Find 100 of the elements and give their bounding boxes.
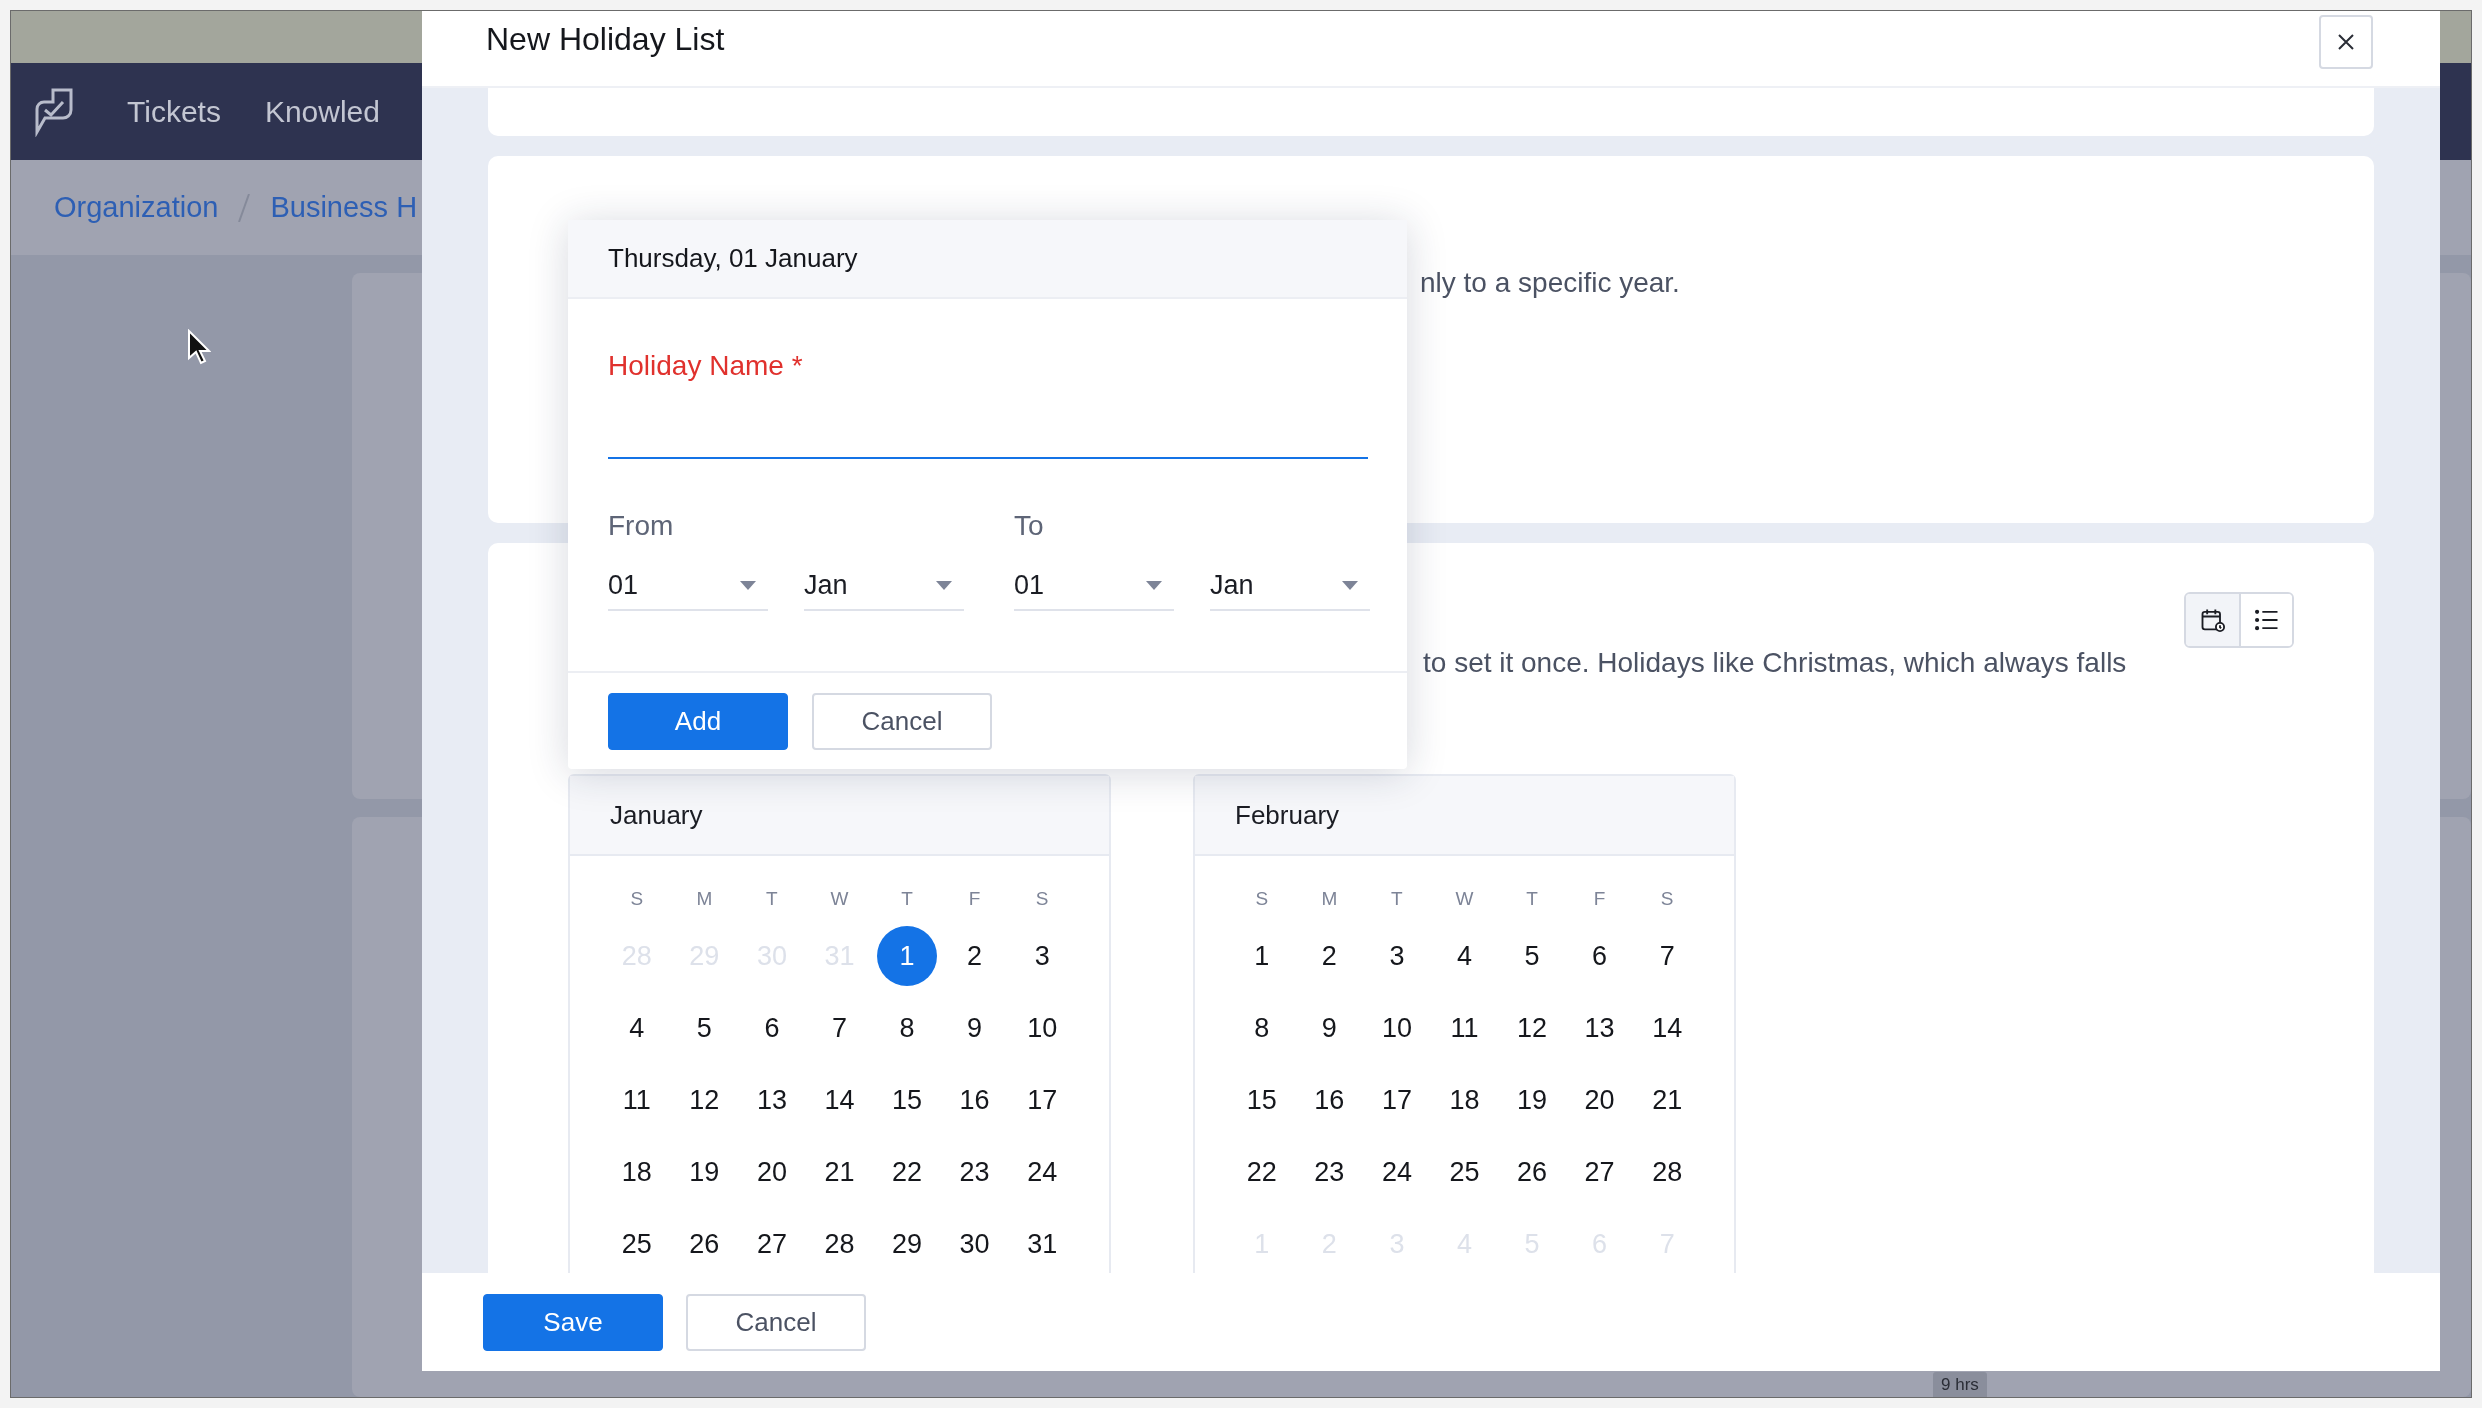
calendar-day[interactable]: 17 xyxy=(1366,1070,1427,1130)
field-label: To xyxy=(1014,509,1045,541)
duration-chip: 9 hrs xyxy=(1933,1371,1987,1397)
calendar-day[interactable]: 12 xyxy=(1502,998,1563,1058)
calendar-day[interactable]: 9 xyxy=(1299,998,1360,1058)
calendar-day[interactable]: 20 xyxy=(1569,1070,1630,1130)
weekday-label: T xyxy=(766,886,778,911)
calendar-day[interactable]: 26 xyxy=(674,1214,735,1273)
popup-date-heading: Thursday, 01 January xyxy=(608,242,858,275)
calendar-day[interactable]: 7 xyxy=(1637,926,1698,986)
close-icon xyxy=(2337,33,2355,51)
calendar-day[interactable]: 1 xyxy=(877,926,938,986)
weekday-label: M xyxy=(696,886,713,911)
calendar-day[interactable]: 23 xyxy=(1299,1142,1360,1202)
calendar-day[interactable]: 28 xyxy=(1637,1142,1698,1202)
calendar-day[interactable]: 2 xyxy=(1299,926,1360,986)
calendar-day[interactable]: 23 xyxy=(944,1142,1005,1202)
nav-tab[interactable]: Knowled xyxy=(264,89,380,134)
calendar-day[interactable]: 17 xyxy=(1012,1070,1073,1130)
calendar-day[interactable]: 22 xyxy=(877,1142,938,1202)
calendar-day[interactable]: 28 xyxy=(809,1214,870,1273)
weekday-label: T xyxy=(901,886,913,911)
calendar-day[interactable]: 5 xyxy=(1502,926,1563,986)
weekday-label: T xyxy=(1526,886,1538,911)
modal-title: New Holiday List xyxy=(486,20,725,59)
calendar-day[interactable]: 30 xyxy=(944,1214,1005,1273)
caret-icon xyxy=(1146,580,1162,590)
weekday-label: F xyxy=(1593,886,1606,911)
dropdown-field[interactable]: Jan xyxy=(1210,561,1370,611)
calendar-day[interactable]: 13 xyxy=(741,1070,802,1130)
calendar-day[interactable]: 5 xyxy=(674,998,735,1058)
calendar-day[interactable]: 6 xyxy=(741,998,802,1058)
close-button[interactable] xyxy=(2319,15,2373,69)
calendar-day[interactable]: 2 xyxy=(944,926,1005,986)
calendar-day[interactable]: 10 xyxy=(1012,998,1073,1058)
primary-button[interactable]: Add xyxy=(608,692,788,750)
weekday-label: W xyxy=(830,886,849,911)
calendar-day[interactable]: 27 xyxy=(741,1214,802,1273)
calendar-day[interactable]: 6 xyxy=(1569,926,1630,986)
calendar-day[interactable]: 12 xyxy=(674,1070,735,1130)
calendar-day[interactable]: 7 xyxy=(809,998,870,1058)
calendar-day[interactable]: 3 xyxy=(1366,926,1427,986)
weekday-label: S xyxy=(630,886,644,911)
calendar-day[interactable]: 13 xyxy=(1569,998,1630,1058)
month-title: January xyxy=(610,798,703,832)
calendar-day[interactable]: 20 xyxy=(741,1142,802,1202)
caret-icon xyxy=(740,580,756,590)
calendar-day[interactable]: 15 xyxy=(877,1070,938,1130)
calendar-day[interactable]: 11 xyxy=(606,1070,667,1130)
mouse-pointer-icon xyxy=(187,329,211,365)
weekday-label: S xyxy=(1660,886,1674,911)
calendar-day[interactable]: 24 xyxy=(1366,1142,1427,1202)
calendar-day[interactable]: 11 xyxy=(1434,998,1495,1058)
caret-icon xyxy=(1342,580,1358,590)
calendar-day[interactable]: 8 xyxy=(1231,998,1292,1058)
calendar-day[interactable]: 26 xyxy=(1502,1142,1563,1202)
calendar-day[interactable]: 8 xyxy=(877,998,938,1058)
nav-tab[interactable]: Tickets xyxy=(127,89,221,134)
section-description: to set it once. Holidays like Christmas, which always falls xyxy=(1423,646,2127,680)
list-view-button[interactable] xyxy=(2239,594,2292,646)
dropdown-field[interactable]: 01 xyxy=(1014,561,1174,611)
calendar-day[interactable]: 18 xyxy=(606,1142,667,1202)
calendar-day[interactable]: 4 xyxy=(1434,926,1495,986)
calendar-day[interactable]: 18 xyxy=(1434,1070,1495,1130)
calendar-day[interactable]: 31 xyxy=(1012,1214,1073,1273)
dropdown-field[interactable]: Jan xyxy=(804,561,964,611)
calendar-day[interactable]: 21 xyxy=(1637,1070,1698,1130)
calendar-day[interactable]: 16 xyxy=(1299,1070,1360,1130)
calendar-day[interactable]: 29 xyxy=(877,1214,938,1273)
field-label: From xyxy=(608,509,675,541)
calendar-day[interactable]: 4 xyxy=(606,998,667,1058)
field-label: Holiday Name * xyxy=(608,349,804,383)
calendar-day[interactable]: 14 xyxy=(809,1070,870,1130)
primary-button[interactable]: Save xyxy=(483,1293,663,1351)
calendar-day[interactable]: 25 xyxy=(606,1214,667,1273)
month-title: February xyxy=(1235,798,1340,832)
calendar-day[interactable]: 19 xyxy=(1502,1070,1563,1130)
weekday-label: M xyxy=(1321,886,1338,911)
calendar-day[interactable]: 22 xyxy=(1231,1142,1292,1202)
calendar-view-button[interactable] xyxy=(2186,594,2239,646)
calendar-day[interactable]: 3 xyxy=(1012,926,1073,986)
cancel-button[interactable]: Cancel xyxy=(686,1293,866,1351)
calendar-day[interactable]: 19 xyxy=(674,1142,735,1202)
dropdown-field[interactable]: 01 xyxy=(608,561,768,611)
calendar-day[interactable]: 27 xyxy=(1569,1142,1630,1202)
weekday-label: S xyxy=(1255,886,1269,911)
calendar-day[interactable]: 1 xyxy=(1231,926,1292,986)
cancel-button[interactable]: Cancel xyxy=(812,692,992,750)
caret-icon xyxy=(936,580,952,590)
breadcrumb-separator-icon xyxy=(238,193,251,222)
weekday-label: W xyxy=(1455,886,1474,911)
calendar-day[interactable]: 25 xyxy=(1434,1142,1495,1202)
calendar-day[interactable]: 10 xyxy=(1366,998,1427,1058)
calendar-day[interactable]: 15 xyxy=(1231,1070,1292,1130)
calendar-day[interactable]: 24 xyxy=(1012,1142,1073,1202)
calendar-day[interactable]: 14 xyxy=(1637,998,1698,1058)
calendar-day[interactable]: 21 xyxy=(809,1142,870,1202)
weekday-label: F xyxy=(968,886,981,911)
calendar-day[interactable]: 9 xyxy=(944,998,1005,1058)
calendar-day[interactable]: 16 xyxy=(944,1070,1005,1130)
